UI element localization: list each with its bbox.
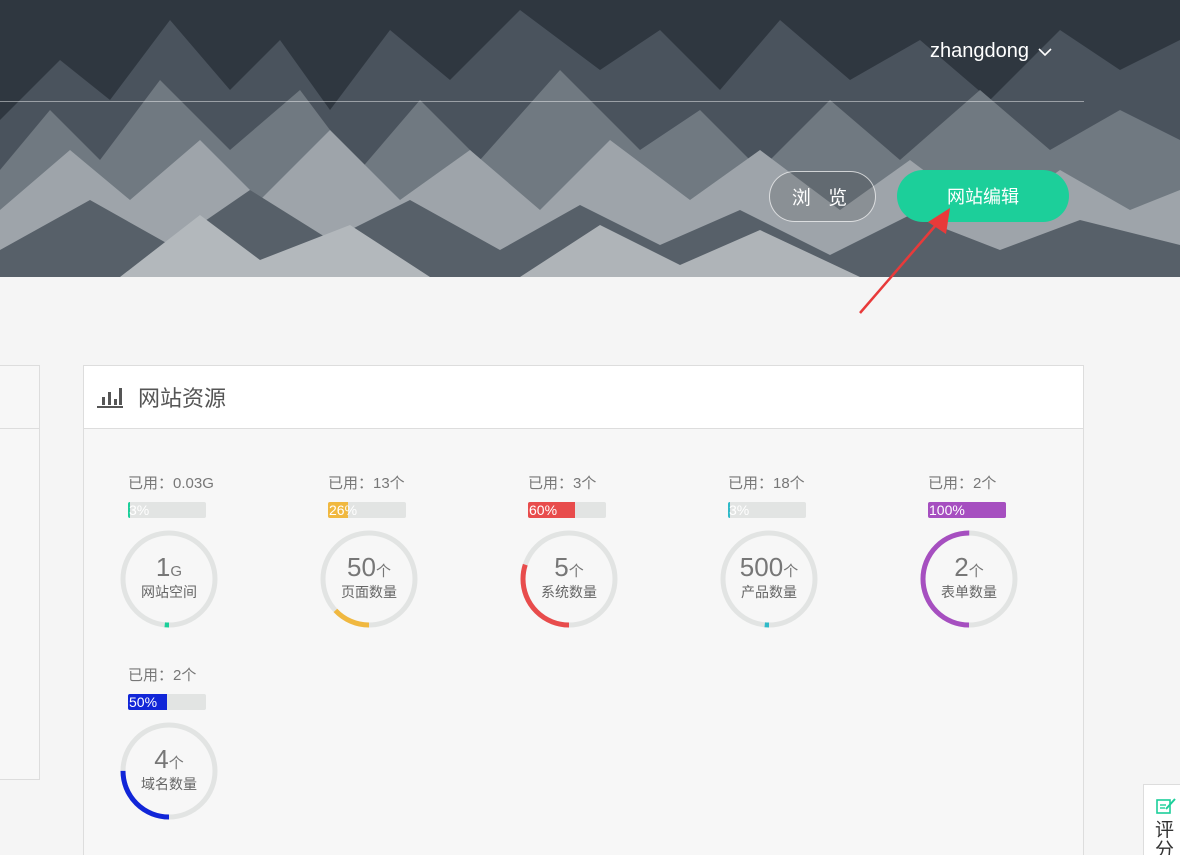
used-text: 已用：2个 (928, 475, 997, 492)
ring-label: 域名数量 (141, 776, 197, 792)
username-label: zhangdong (930, 40, 1029, 62)
ring-value: 2个 (919, 552, 1019, 583)
usage-percent: 3% (129, 502, 150, 518)
ring-total: 500 (739, 552, 784, 582)
usage-bar: 3% (128, 502, 206, 518)
ring-label: 系统数量 (541, 584, 597, 600)
ring-unit: G (170, 563, 183, 580)
used-text: 已用：13个 (328, 475, 405, 492)
ring-value: 50个 (319, 552, 419, 583)
ring-total: 50 (347, 552, 376, 582)
header-banner: zhangdong (0, 0, 1180, 277)
ring-value: 1G (119, 552, 219, 583)
ring-unit: 个 (783, 563, 799, 580)
usage-bar: 3% (728, 502, 806, 518)
usage-bar: 26% (328, 502, 406, 518)
used-text: 已用：3个 (528, 475, 597, 492)
ring-value: 5个 (519, 552, 619, 583)
site-resources-card: 网站资源 已用：0.03G 3% 1G 网站空间 已用：13个 26% 50个 … (83, 365, 1084, 855)
used-text: 已用：0.03G (128, 475, 214, 492)
usage-percent: 60% (529, 502, 558, 518)
left-panel-card (0, 365, 40, 780)
bar-chart-icon (97, 388, 123, 408)
usage-bar: 50% (128, 694, 206, 710)
usage-bar: 60% (528, 502, 606, 518)
browse-button[interactable]: 浏 览 (769, 171, 876, 222)
user-menu[interactable]: zhangdong (930, 40, 1053, 63)
ring-unit: 个 (968, 563, 984, 580)
site-resources-header: 网站资源 (84, 366, 1083, 429)
ring-unit: 个 (168, 755, 184, 772)
header-divider (0, 101, 1084, 102)
ring-label: 网站空间 (141, 584, 197, 600)
ring-label: 表单数量 (941, 584, 997, 600)
chevron-down-icon (1038, 47, 1052, 56)
edit-note-icon (1156, 798, 1176, 814)
ring-total: 2 (954, 552, 969, 582)
ring-total: 4 (154, 744, 169, 774)
ring-unit: 个 (568, 563, 584, 580)
usage-percent: 26% (329, 502, 358, 518)
rating-label: 评分 (1155, 820, 1175, 855)
rating-widget[interactable]: 评分 (1143, 784, 1180, 855)
ring-value: 500个 (719, 552, 819, 583)
ring-total: 5 (554, 552, 569, 582)
ring-value: 4个 (119, 744, 219, 775)
ring-label: 产品数量 (741, 584, 797, 600)
usage-percent: 50% (129, 694, 158, 710)
left-panel-divider (0, 428, 39, 429)
usage-percent: 100% (929, 502, 965, 518)
ring-total: 1 (155, 552, 171, 582)
usage-percent: 3% (729, 502, 750, 518)
ring-unit: 个 (375, 563, 391, 580)
usage-bar: 100% (928, 502, 1006, 518)
site-resources-title: 网站资源 (138, 386, 227, 411)
used-text: 已用：2个 (128, 667, 197, 684)
site-edit-button[interactable]: 网站编辑 (897, 170, 1069, 222)
used-text: 已用：18个 (728, 475, 805, 492)
ring-label: 页面数量 (341, 584, 397, 600)
